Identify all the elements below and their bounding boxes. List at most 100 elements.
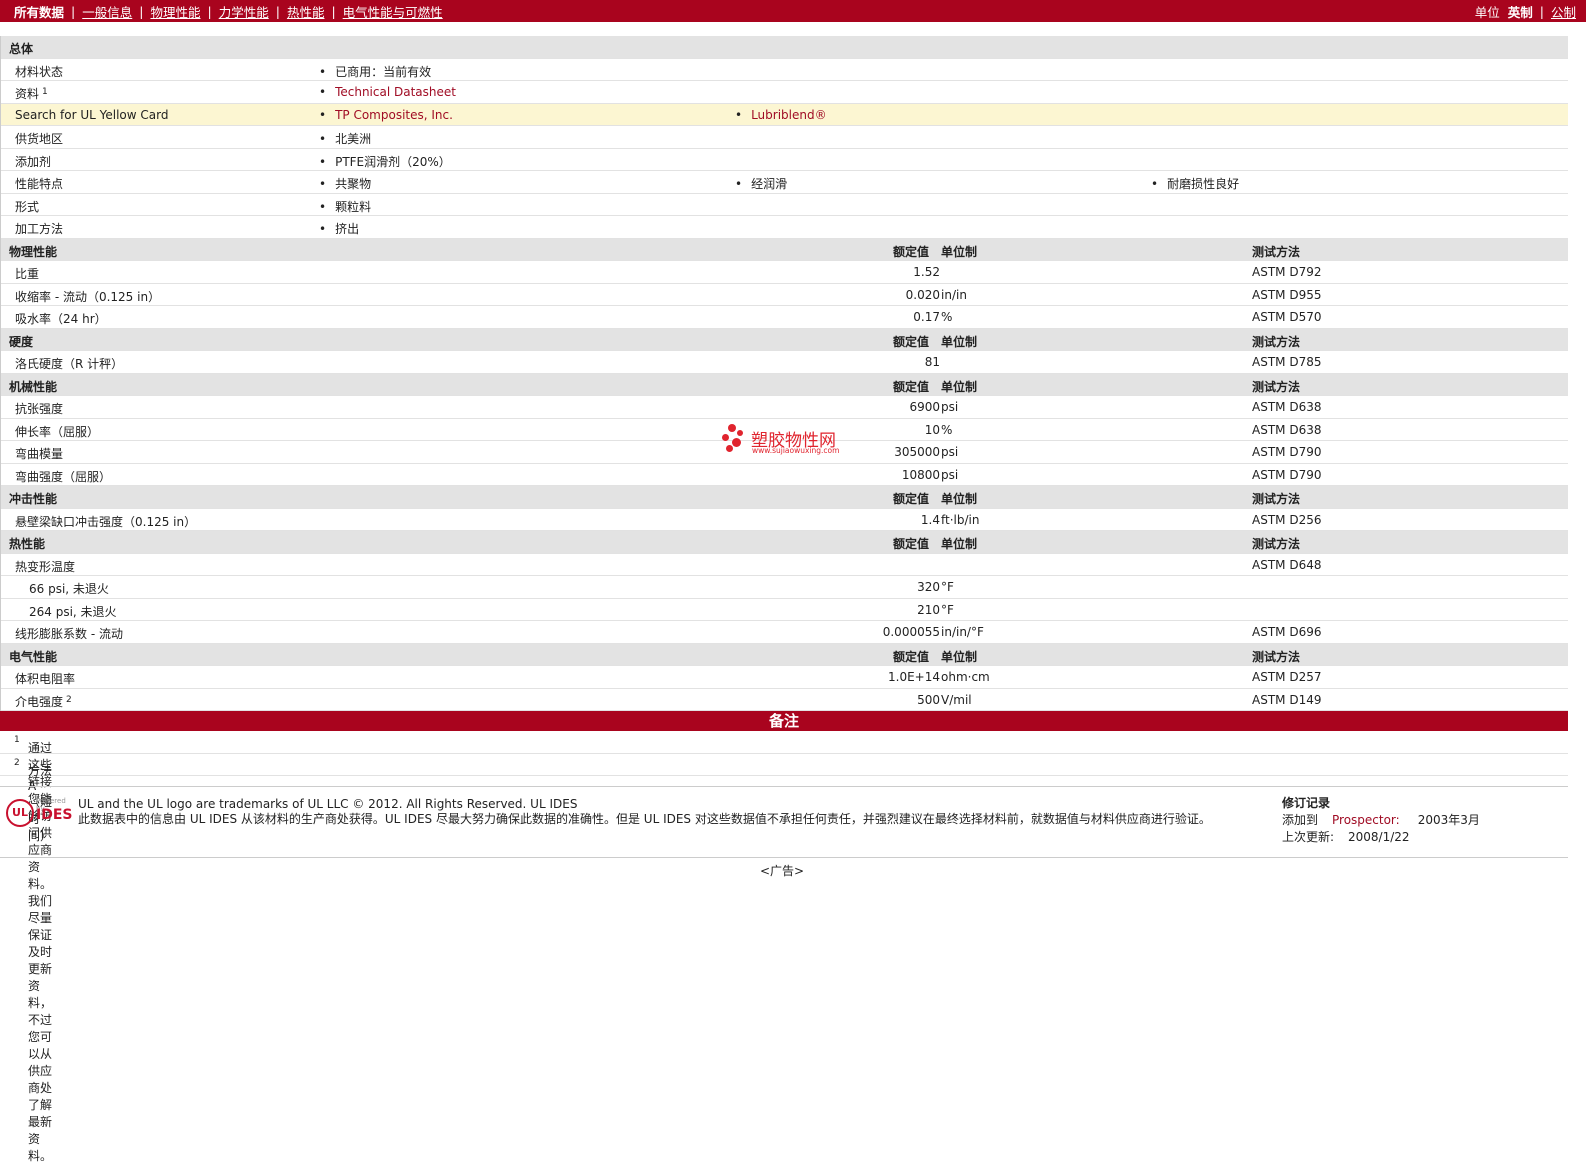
section-title: 电气性能 — [9, 649, 58, 664]
test-method: ASTM D648 — [1252, 557, 1322, 572]
section-title: 机械性能 — [9, 379, 58, 394]
nav-tab-1[interactable]: 一般信息 — [82, 2, 132, 21]
general-row: 材料状态 已商用：当前有效 — [1, 59, 1568, 81]
section-title: 硬度 — [9, 334, 34, 349]
property-label: 264 psi, 未退火 — [29, 604, 117, 619]
test-method: ASTM D696 — [1252, 625, 1322, 639]
column-header-unit: 单位制 — [941, 244, 978, 259]
column-header-unit: 单位制 — [941, 649, 978, 664]
nav-tab-4[interactable]: 热性能 — [287, 2, 325, 21]
general-row: 加工方法 挤出 — [1, 216, 1568, 239]
property-value: 耐磨损性良好 — [1151, 175, 1239, 192]
test-method: ASTM D638 — [1252, 422, 1322, 437]
property-row: 抗张强度 6900 psi ASTM D638 — [1, 396, 1568, 419]
property-value: 1.52 — [913, 265, 940, 279]
nav-tab-2[interactable]: 物理性能 — [150, 2, 200, 21]
test-method: ASTM D785 — [1252, 355, 1322, 369]
property-row: 吸水率（24 hr） 0.17% ASTM D570 — [1, 306, 1568, 329]
test-method: ASTM D638 — [1252, 400, 1322, 414]
property-unit: °F — [941, 602, 954, 617]
test-method: ASTM D256 — [1252, 512, 1322, 527]
general-row: Search for UL Yellow Card TP Composites, … — [1, 103, 1568, 126]
nav-tab-5[interactable]: 电气性能与可燃性 — [343, 2, 443, 21]
column-header-test: 测试方法 — [1252, 379, 1301, 394]
column-header-value: 额定值 — [893, 537, 930, 551]
datasheet-table: 总体材料状态 已商用：当前有效资料1 Technical Datasheet Sear… — [0, 36, 1568, 711]
supplier-link[interactable]: Technical Datasheet — [319, 85, 456, 99]
property-label: 弯曲模量 — [15, 447, 64, 461]
property-unit: psi — [941, 445, 959, 459]
property-value: 6900 — [909, 400, 940, 414]
property-label: 弯曲强度（屈服） — [15, 469, 112, 484]
column-header-test: 测试方法 — [1252, 244, 1301, 259]
nav-tab-0[interactable]: 所有数据 — [14, 2, 64, 21]
unit-imperial-selected[interactable]: 英制 — [1508, 2, 1533, 21]
test-method: ASTM D570 — [1252, 310, 1322, 324]
note-item: 1 通过这些链接您能够访问供应商资料。我们尽量保证及时更新资料，不过您可以从供应商… — [0, 731, 1568, 1163]
section-header: 电气性能 额定值 单位制 测试方法 — [1, 643, 1568, 666]
column-header-value: 额定值 — [893, 492, 930, 506]
unit-switch: 单位 英制 | 公制 — [1474, 2, 1576, 21]
property-value: PTFE润滑剂（20%） — [319, 153, 451, 170]
column-header-unit: 单位制 — [941, 492, 978, 506]
general-row: 资料1 Technical Datasheet — [1, 81, 1568, 104]
property-value: 10800 — [901, 467, 940, 482]
property-unit: in/in/°F — [941, 625, 984, 639]
property-value: 颗粒料 — [319, 198, 371, 215]
property-row: 比重 1.52 ASTM D792 — [1, 261, 1568, 284]
ad-placeholder: <广告> — [760, 864, 805, 878]
property-unit: psi — [941, 467, 959, 482]
property-unit: ft·lb/in — [941, 512, 980, 527]
section-header-general: 总体 — [1, 36, 1568, 59]
general-row: 供货地区 北美洲 — [1, 126, 1568, 149]
property-value: 500 — [917, 692, 940, 707]
supplier-link[interactable]: TP Composites, Inc. — [319, 108, 453, 122]
section-title: 冲击性能 — [9, 492, 58, 506]
column-header-unit: 单位制 — [941, 537, 978, 551]
property-label: 吸水率（24 hr） — [15, 312, 107, 326]
unit-metric-link[interactable]: 公制 — [1551, 2, 1576, 21]
test-method: ASTM D792 — [1252, 265, 1322, 279]
ul-ides-logo: UL Powered by IDES — [6, 797, 72, 827]
property-value: 210 — [917, 602, 940, 617]
section-title: 热性能 — [9, 537, 46, 551]
column-header-value: 额定值 — [893, 244, 930, 259]
test-method: ASTM D790 — [1252, 467, 1322, 482]
column-header-value: 额定值 — [893, 649, 930, 664]
general-row: 添加剂 PTFE润滑剂（20%） — [1, 149, 1568, 171]
test-method: ASTM D790 — [1252, 445, 1322, 459]
property-value: 320 — [917, 580, 940, 594]
notes-list: 1 通过这些链接您能够访问供应商资料。我们尽量保证及时更新资料，不过您可以从供应商… — [0, 731, 1586, 1163]
watermark-logo-icon — [722, 424, 748, 454]
property-row: 线形膨胀系数 - 流动 0.000055 in/in/°F ASTM D696 — [1, 621, 1568, 644]
nav-tab-3[interactable]: 力学性能 — [219, 2, 269, 21]
section-header: 硬度 额定值 单位制 测试方法 — [1, 328, 1568, 351]
column-header-test: 测试方法 — [1252, 537, 1301, 551]
section-header: 热性能 额定值 单位制 测试方法 — [1, 531, 1568, 554]
property-value: 81 — [924, 355, 940, 369]
revision-history: 修订记录 添加到 Prospector: 2003年3月 上次更新: 2008/1/2… — [1282, 796, 1480, 844]
property-label: 66 psi, 未退火 — [29, 582, 109, 596]
page-scrollbar[interactable] — [1568, 22, 1586, 887]
test-method: ASTM D149 — [1252, 692, 1322, 707]
supplier-link[interactable]: Lubriblend® — [735, 108, 827, 122]
property-label: 资料 1 — [15, 87, 48, 101]
property-label: 性能特点 — [15, 177, 64, 191]
column-header-unit: 单位制 — [941, 379, 978, 394]
property-value: 305000 — [894, 445, 940, 459]
property-value: 共聚物 — [319, 175, 371, 192]
property-label: 体积电阻率 — [15, 672, 76, 686]
property-label: 添加剂 — [15, 154, 52, 169]
footer: UL Powered by IDES UL and the UL logo ar… — [0, 786, 1568, 858]
property-row: 体积电阻率 1.0E+14 ohm·cm ASTM D257 — [1, 666, 1568, 689]
property-unit: % — [941, 310, 953, 324]
property-label: 伸长率（屈服） — [15, 424, 100, 439]
property-label: 热变形温度 — [15, 559, 76, 574]
property-label: Search for UL Yellow Card — [15, 107, 169, 122]
property-label: 洛氏硬度（R 计秤） — [15, 357, 124, 371]
property-label: 抗张强度 — [15, 402, 64, 416]
general-row: 性能特点 共聚物 经润滑 耐磨损性良好 — [1, 171, 1568, 194]
property-row: 悬壁梁缺口冲击强度（0.125 in） 1.4 ft·lb/in ASTM D256 — [1, 509, 1568, 531]
property-label: 线形膨胀系数 - 流动 — [15, 627, 123, 641]
property-value: 已商用：当前有效 — [319, 63, 431, 80]
